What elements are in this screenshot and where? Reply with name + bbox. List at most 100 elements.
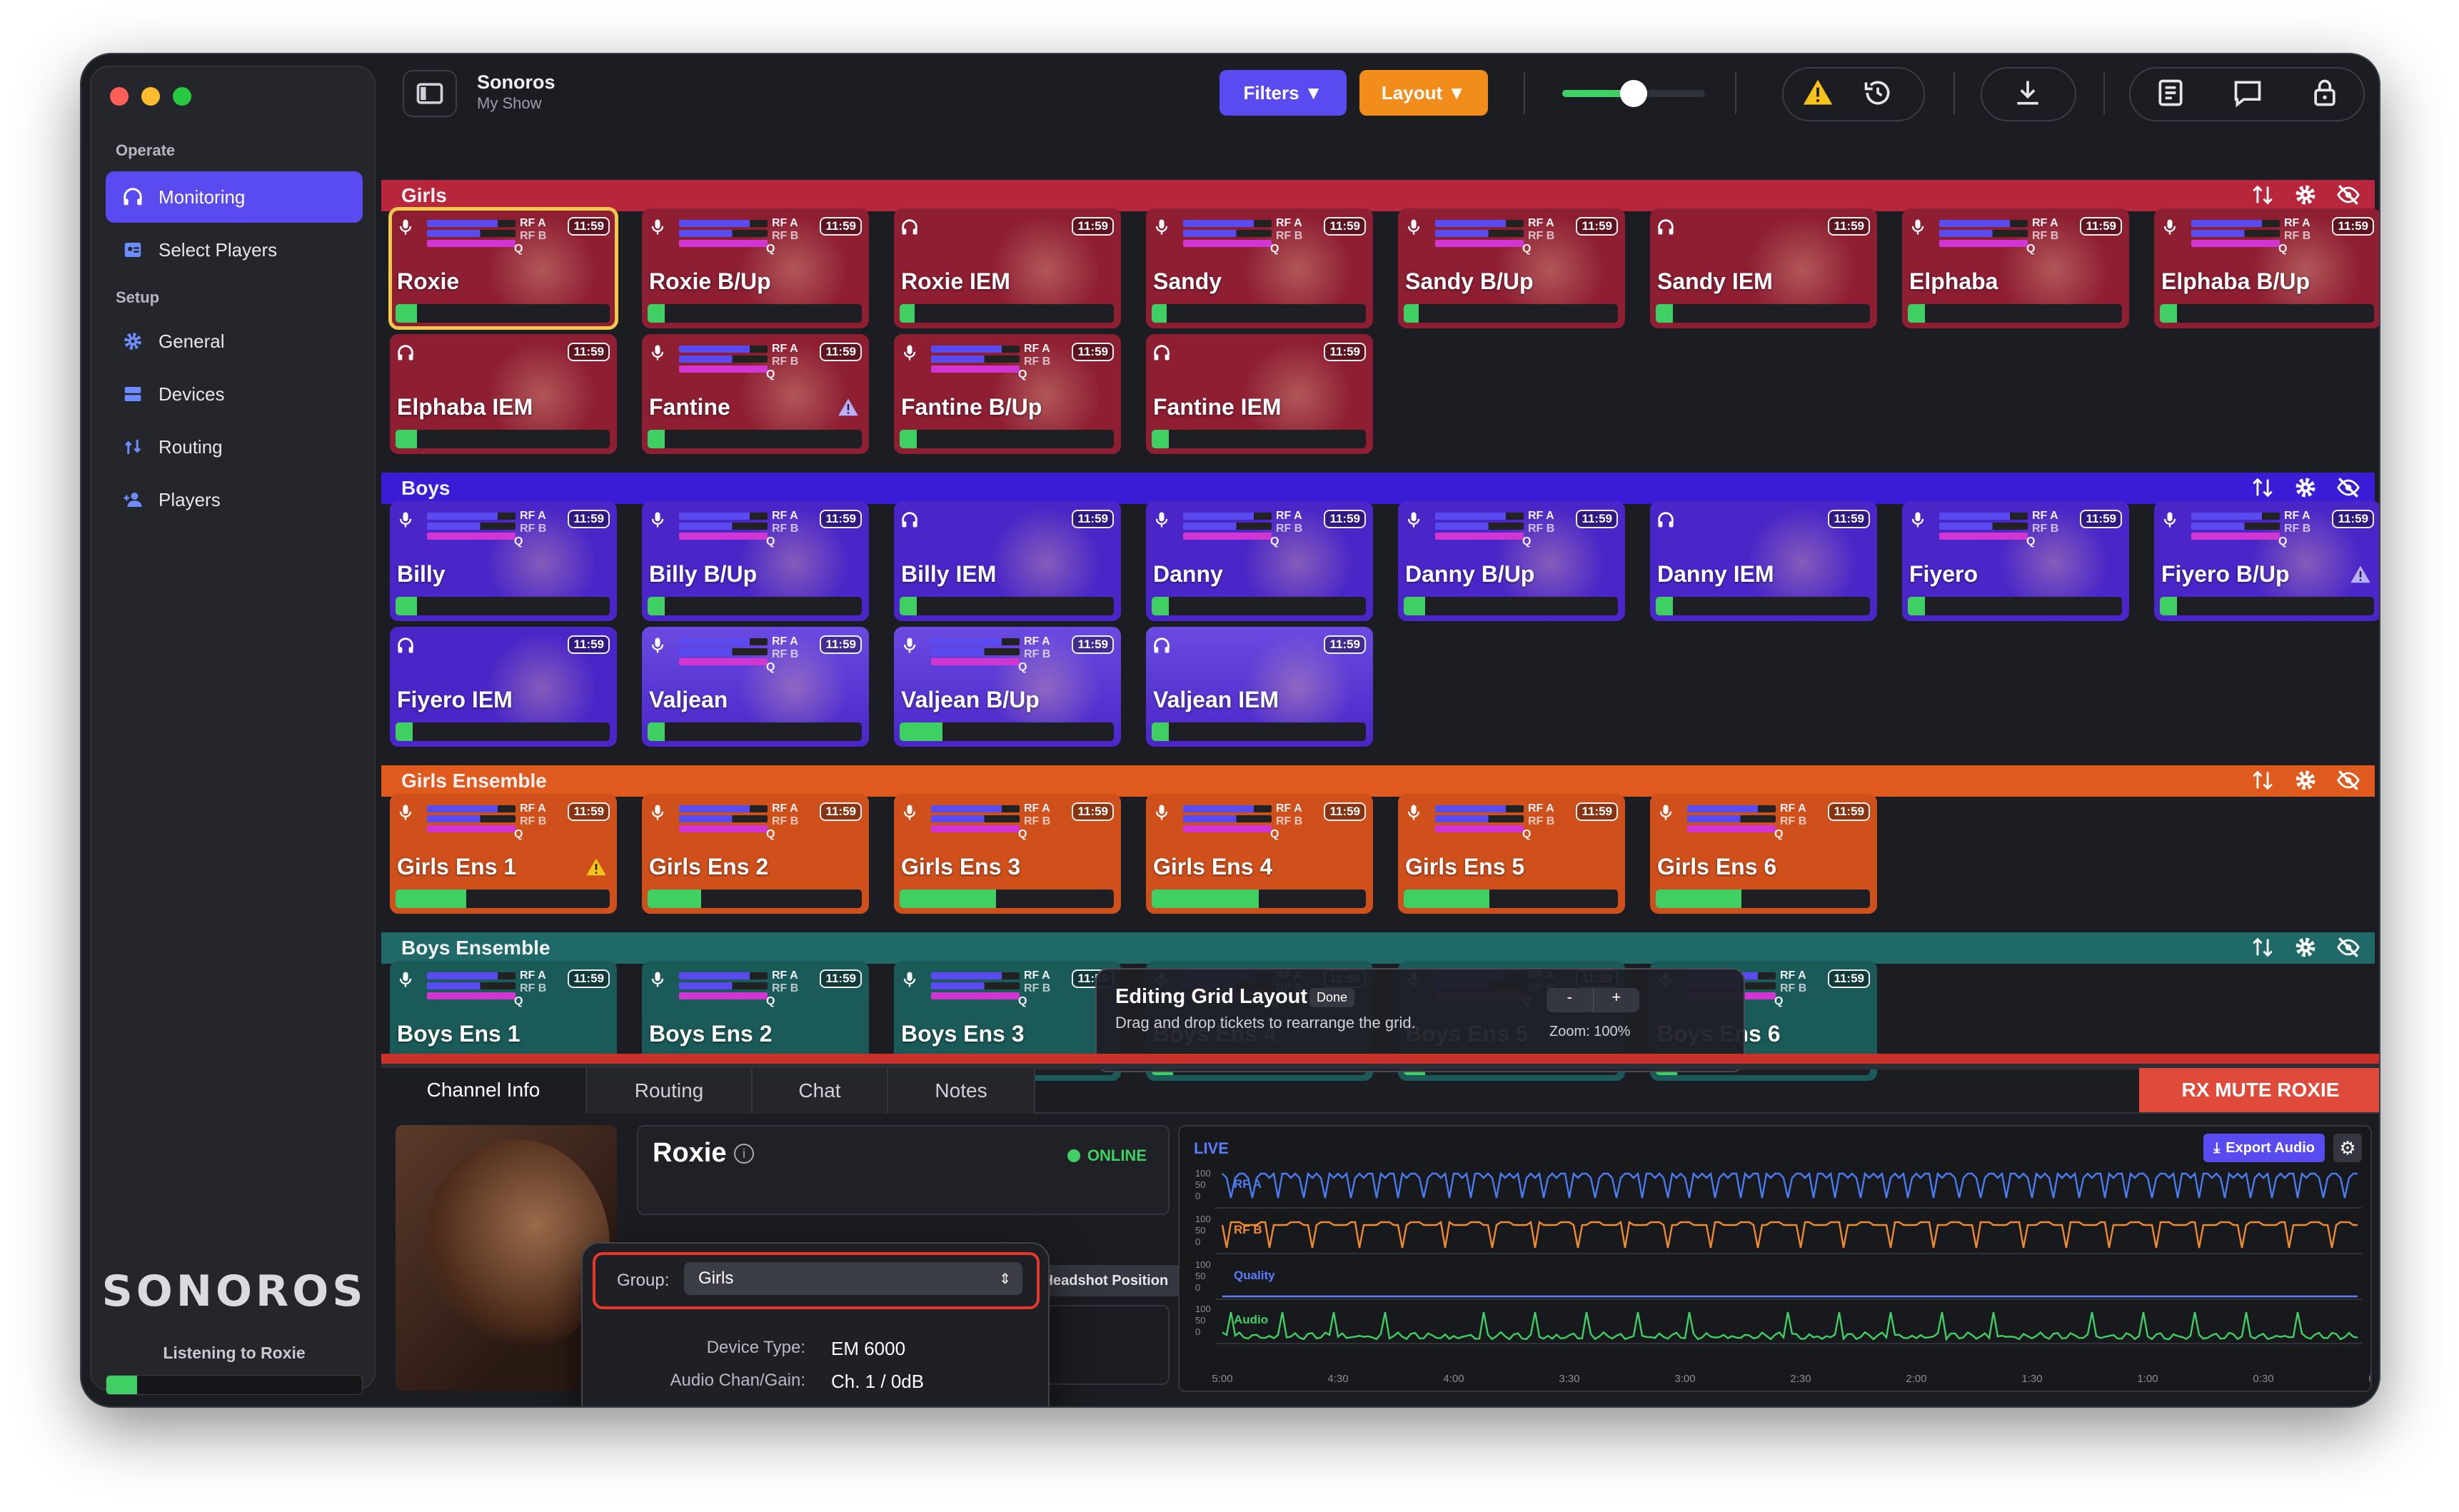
sort-arrows-icon[interactable] <box>2251 768 2275 792</box>
ticket[interactable]: RF A RF B Q 11:59 Valjean B/Up <box>894 627 1121 747</box>
hide-icon[interactable] <box>2336 475 2360 500</box>
online-status: ONLINE <box>1067 1146 1147 1165</box>
ticket[interactable]: RF A RF B Q 11:59 Sandy <box>1146 208 1373 328</box>
ticket[interactable]: RF A RF B Q 11:59 Roxie <box>388 207 618 330</box>
gear-icon[interactable] <box>2293 768 2318 792</box>
audio-meter-fill <box>396 430 417 448</box>
audio-meter-fill <box>396 722 413 741</box>
ticket[interactable]: RF A RF B Q 11:59 Girls Ens 6 <box>1650 794 1877 914</box>
sidebar-item-routing[interactable]: Routing <box>106 421 363 473</box>
notes-button[interactable] <box>2148 70 2193 116</box>
gear-icon[interactable] <box>2293 935 2318 959</box>
ticket[interactable]: 11:59 Sandy IEM <box>1650 208 1877 328</box>
ticket[interactable]: RF A RF B Q 11:59 Girls Ens 2 <box>642 794 869 914</box>
time-badge: 11:59 <box>1072 802 1114 821</box>
done-button[interactable]: Done <box>1309 988 1355 1007</box>
volume-slider[interactable] <box>1562 80 1705 107</box>
ticket[interactable]: RF A RF B Q 11:59 Girls Ens 3 <box>894 794 1121 914</box>
ticket[interactable]: 11:59 Danny IEM <box>1650 501 1877 621</box>
rf-b-bar <box>931 815 1020 822</box>
group-name: Boys Ensemble <box>401 937 550 959</box>
microphone-icon <box>648 217 669 238</box>
tab-channel-info[interactable]: Channel Info <box>381 1068 587 1114</box>
sidebar-toggle-button[interactable] <box>403 70 457 117</box>
minimize-window-button[interactable] <box>141 87 160 106</box>
close-window-button[interactable] <box>110 87 129 106</box>
q-label: Q <box>1018 995 1027 1007</box>
audio-meter <box>1152 430 1366 448</box>
ticket[interactable]: RF A RF B Q 11:59 Billy B/Up <box>642 501 869 621</box>
sidebar-item-players[interactable]: Players <box>106 474 363 525</box>
microphone-icon <box>1404 217 1425 238</box>
history-button[interactable] <box>1855 70 1901 116</box>
lane-label: Quality <box>1234 1269 1275 1282</box>
tab-chat[interactable]: Chat <box>753 1068 888 1114</box>
time-badge: 11:59 <box>1324 510 1366 528</box>
quality-bar <box>931 992 1020 999</box>
ticket[interactable]: RF A RF B Q 11:59 Fiyero <box>1902 501 2129 621</box>
ticket[interactable]: RF A RF B Q 11:59 Danny <box>1146 501 1373 621</box>
ticket[interactable]: RF A RF B Q 11:59 Girls Ens 4 <box>1146 794 1373 914</box>
ticket[interactable]: 11:59 Fantine IEM <box>1146 334 1373 454</box>
gear-icon[interactable] <box>2293 183 2318 207</box>
rf-b-label: RF B <box>1276 523 1303 535</box>
tab-routing[interactable]: Routing <box>587 1068 753 1114</box>
ticket[interactable]: RF A RF B Q 11:59 Girls Ens 5 <box>1398 794 1625 914</box>
ticket[interactable]: RF A RF B Q 11:59 Roxie B/Up <box>642 208 869 328</box>
group-select[interactable]: Girls ⇕ <box>684 1262 1022 1295</box>
ticket[interactable]: 11:59 Roxie IEM <box>894 208 1121 328</box>
ticket[interactable]: RF A RF B Q 11:59 Fantine B/Up <box>894 334 1121 454</box>
warning-button[interactable] <box>1795 70 1841 116</box>
download-button[interactable] <box>2005 70 2051 116</box>
detail-value: Ch. 1 / 0dB <box>831 1371 925 1392</box>
gear-icon[interactable] <box>2293 475 2318 500</box>
sidebar-item-general[interactable]: General <box>106 316 363 367</box>
chat-icon <box>2234 81 2261 108</box>
rf-b-label: RF B <box>772 648 799 660</box>
zoom-window-button[interactable] <box>173 87 191 106</box>
ticket[interactable]: RF A RF B Q 11:59 Danny B/Up <box>1398 501 1625 621</box>
time-badge: 11:59 <box>1828 969 1870 988</box>
ticket[interactable]: RF A RF B Q 11:59 Elphaba <box>1902 208 2129 328</box>
ticket[interactable]: RF A RF B Q 11:59 Fantine <box>642 334 869 454</box>
ticket[interactable]: RF A RF B Q 11:59 Fiyero B/Up <box>2154 501 2379 621</box>
q-label: Q <box>1522 243 1532 255</box>
sort-arrows-icon[interactable] <box>2251 935 2275 959</box>
quality-bar <box>2191 240 2280 247</box>
zoom-in-button[interactable]: + <box>1594 988 1640 1012</box>
ticket[interactable]: 11:59 Fiyero IEM <box>390 627 617 747</box>
filters-button[interactable]: Filters ▼ <box>1220 70 1347 116</box>
group-header: Girls Ensemble <box>381 765 2375 797</box>
lock-button[interactable] <box>2302 70 2348 116</box>
sort-arrows-icon[interactable] <box>2251 183 2275 207</box>
ticket[interactable]: RF A RF B Q 11:59 Elphaba B/Up <box>2154 208 2379 328</box>
ticket[interactable]: RF A RF B Q 11:59 Billy <box>390 501 617 621</box>
ticket[interactable]: RF A RF B Q 11:59 Girls Ens 1 <box>390 794 617 914</box>
sort-arrows-icon[interactable] <box>2251 475 2275 500</box>
info-icon[interactable]: i <box>734 1144 754 1164</box>
tab-notes[interactable]: Notes <box>888 1068 1035 1114</box>
microphone-icon <box>648 510 669 531</box>
sidebar-item-select-players[interactable]: Select Players <box>106 224 363 276</box>
ticket[interactable]: RF A RF B Q 11:59 Valjean <box>642 627 869 747</box>
quality-bar <box>931 658 1020 665</box>
sidebar-item-monitoring[interactable]: Monitoring <box>106 171 363 223</box>
rf-b-bar <box>1183 230 1272 237</box>
ticket[interactable]: RF A RF B Q 11:59 Sandy B/Up <box>1398 208 1625 328</box>
ticket[interactable]: 11:59 Billy IEM <box>894 501 1121 621</box>
rf-b-bar <box>1435 815 1524 822</box>
time-badge: 11:59 <box>1072 635 1114 654</box>
sidebar-item-devices[interactable]: Devices <box>106 368 363 420</box>
audio-meter <box>900 722 1114 741</box>
layout-button[interactable]: Layout ▼ <box>1359 70 1488 116</box>
hide-icon[interactable] <box>2336 768 2360 792</box>
ticket[interactable]: 11:59 Valjean IEM <box>1146 627 1373 747</box>
ticket[interactable]: 11:59 Elphaba IEM <box>390 334 617 454</box>
rf-a-label: RF A <box>1276 217 1302 229</box>
rx-mute-button[interactable]: RX MUTE ROXIE <box>2139 1068 2379 1112</box>
volume-knob[interactable] <box>1620 80 1647 107</box>
zoom-out-button[interactable]: - <box>1547 988 1594 1012</box>
chat-button[interactable] <box>2225 70 2271 116</box>
hide-icon[interactable] <box>2336 183 2360 207</box>
hide-icon[interactable] <box>2336 935 2360 959</box>
